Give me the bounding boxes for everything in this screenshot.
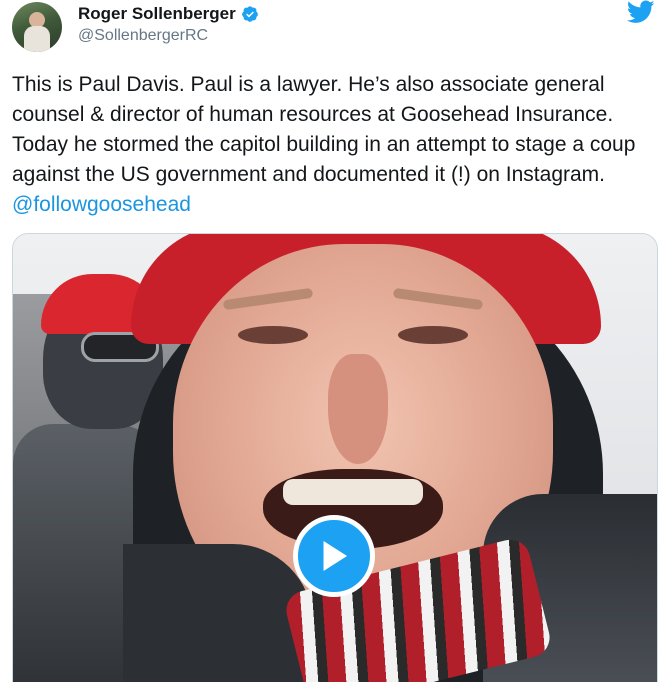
- play-icon: [323, 540, 348, 572]
- twitter-bird-icon[interactable]: [627, 0, 655, 24]
- tweet-body: This is Paul Davis. Paul is a lawyer. He…: [12, 70, 652, 220]
- video-media[interactable]: [12, 233, 658, 682]
- mention-link[interactable]: @followgoosehead: [12, 193, 191, 216]
- avatar[interactable]: [12, 2, 62, 52]
- author-display-name[interactable]: Roger Sollenberger: [78, 4, 236, 24]
- play-button[interactable]: [293, 515, 375, 597]
- author-handle[interactable]: @SollenbergerRC: [78, 27, 208, 45]
- author-name-row[interactable]: Roger Sollenberger: [78, 4, 259, 24]
- verified-badge-icon: [241, 6, 258, 22]
- video-thumbnail: [13, 234, 657, 682]
- tweet-text: This is Paul Davis. Paul is a lawyer. He…: [12, 73, 636, 186]
